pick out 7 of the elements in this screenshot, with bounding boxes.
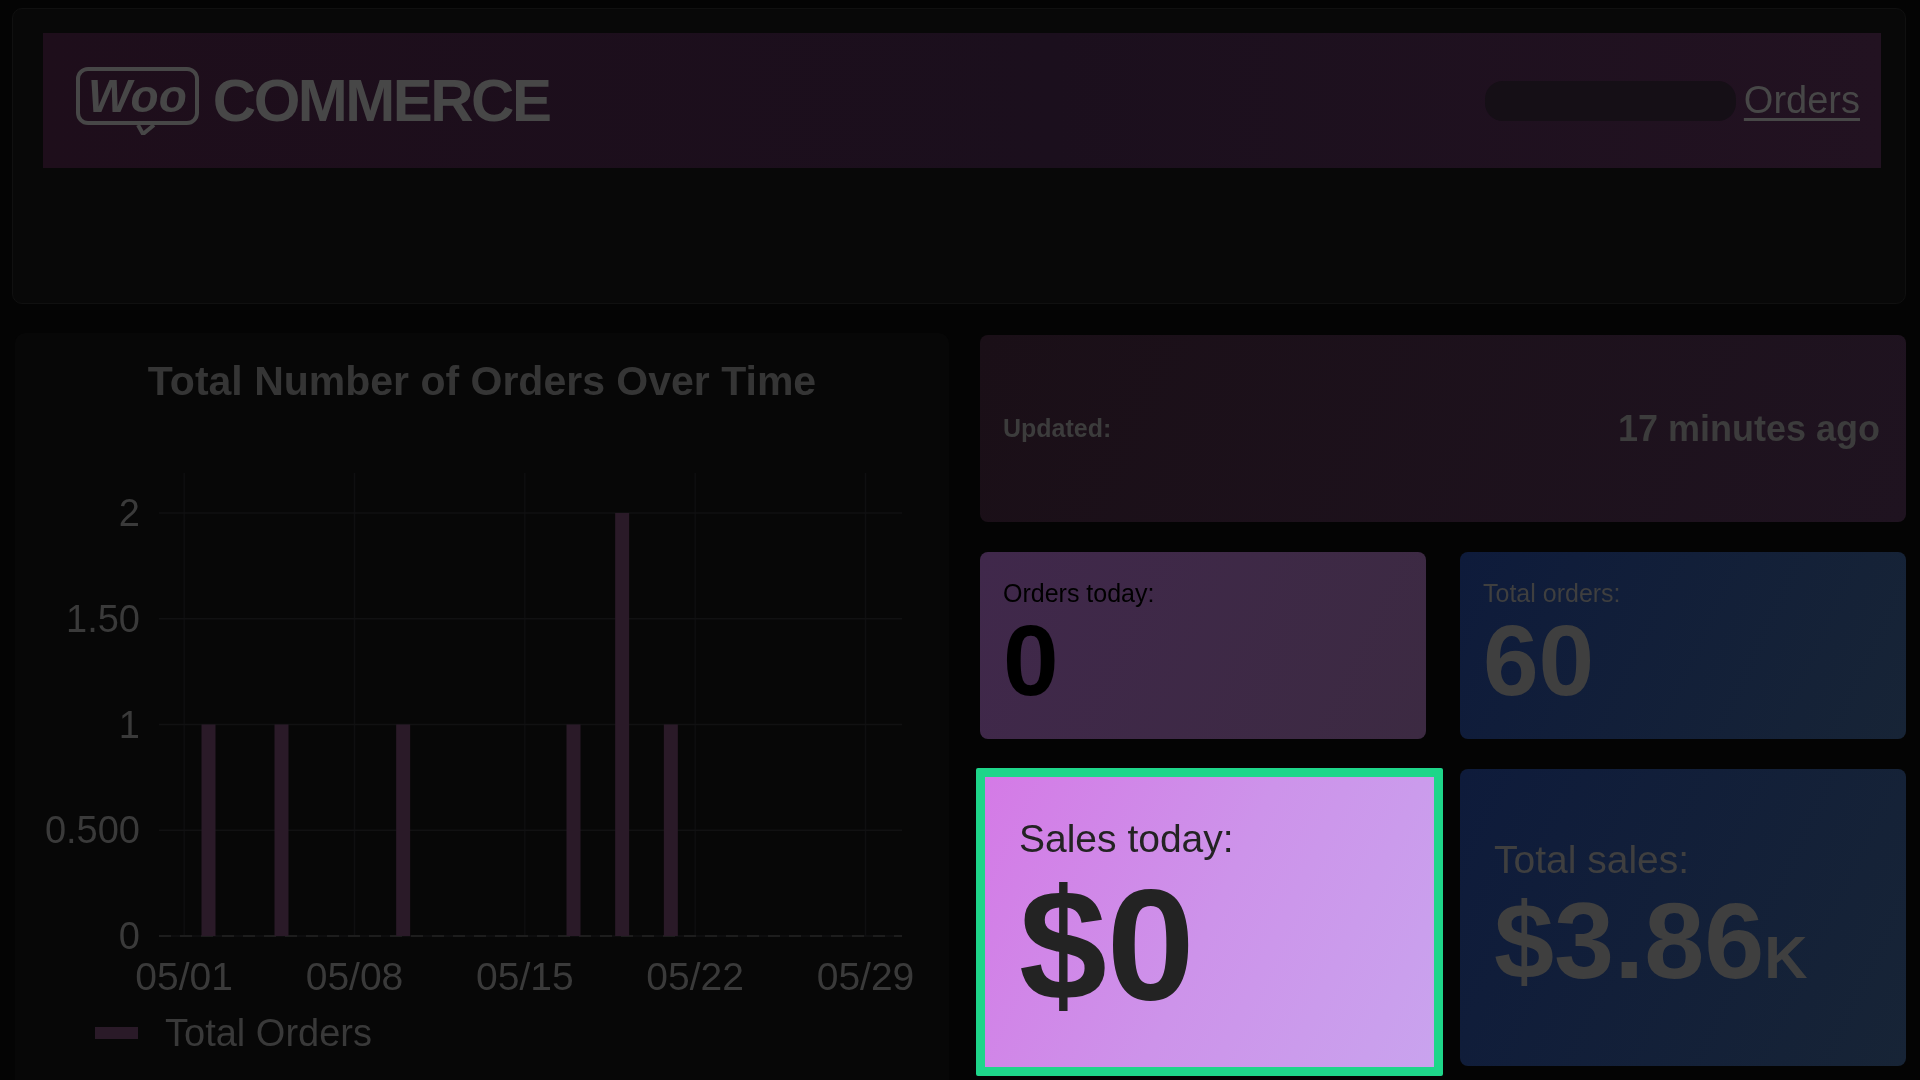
bubble-tail-icon	[136, 124, 158, 135]
card-label: Sales today:	[1019, 815, 1234, 862]
card-value: 0	[1003, 608, 1059, 713]
card-value: $0	[1019, 862, 1195, 1029]
card-label: Orders today:	[1003, 578, 1155, 608]
logo-wordmark: COMMERCE	[212, 70, 550, 131]
logo-badge: Woo	[76, 66, 199, 125]
